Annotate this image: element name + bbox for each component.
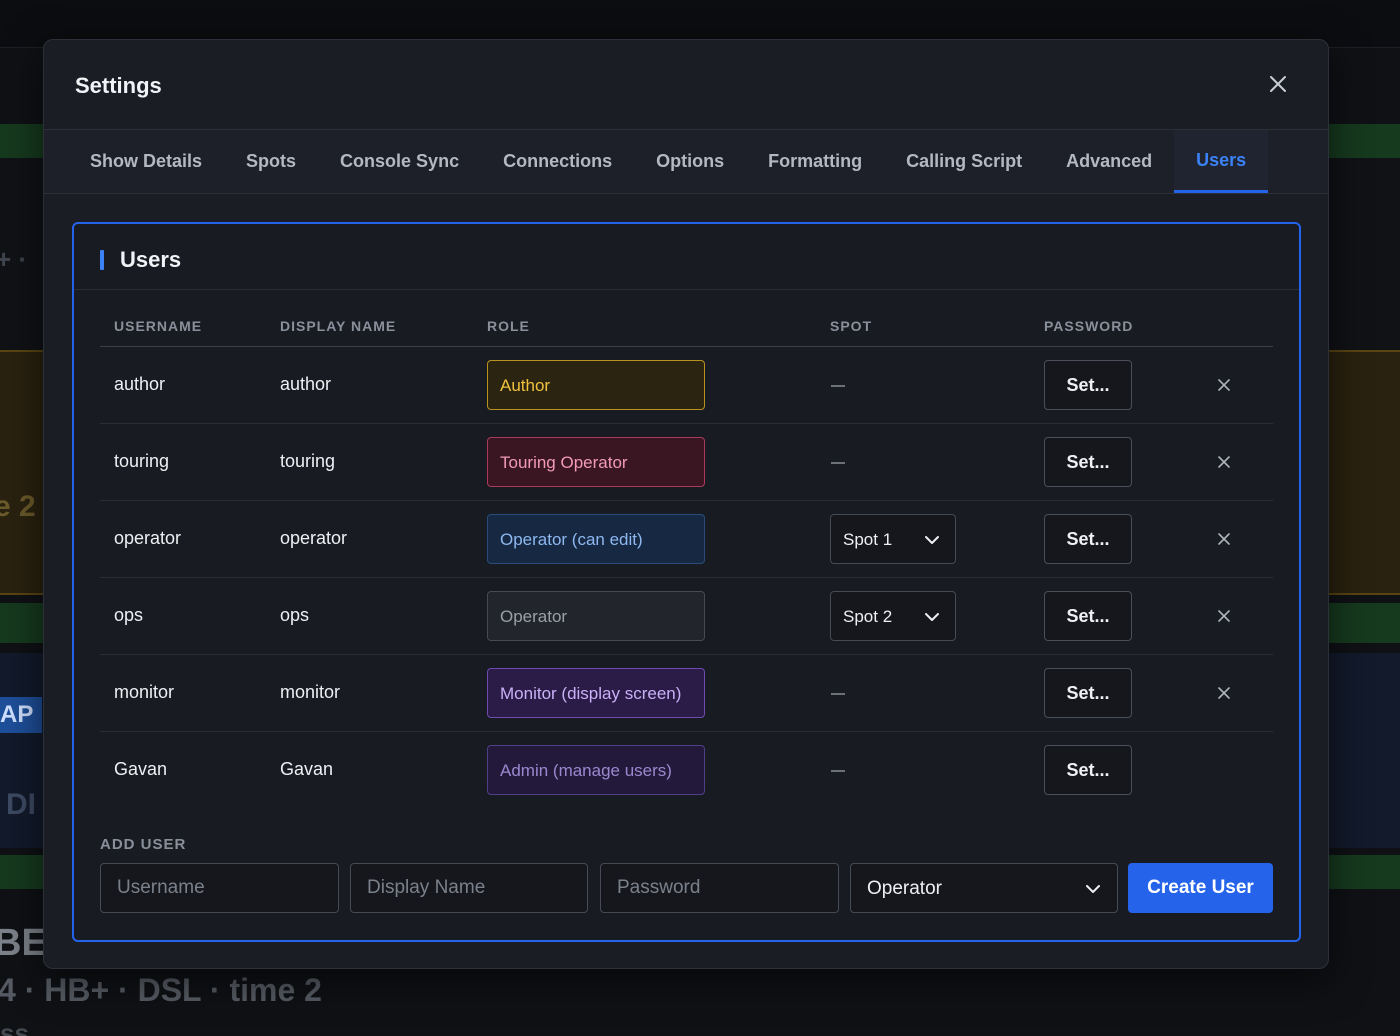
tab-formatting[interactable]: Formatting [746, 130, 884, 193]
background-text: + · [0, 244, 28, 274]
role-select[interactable]: Operator [850, 863, 1118, 913]
panel-header: Users [74, 224, 1299, 290]
table-row: touring touring Touring Operator Set... [100, 424, 1273, 501]
section-accent-bar [100, 250, 104, 270]
spot-select[interactable]: Spot 2 [830, 591, 956, 641]
spot-select-value: Spot 1 [843, 530, 893, 549]
spot-select-value: Spot 2 [843, 607, 893, 626]
add-user-form: Operator Create User [100, 863, 1273, 913]
role-selector[interactable]: Author [487, 360, 705, 410]
column-header-role: ROLE [487, 318, 530, 334]
panel-title: Users [120, 247, 182, 272]
display-name-cell: touring [280, 451, 336, 471]
modal-title: Settings [75, 73, 162, 98]
modal-header: Settings [44, 40, 1328, 130]
tab-console-sync[interactable]: Console Sync [318, 130, 481, 193]
add-user-label: ADD USER [100, 836, 187, 853]
username-cell: Gavan [114, 759, 168, 779]
delete-user-x-icon[interactable] [1217, 686, 1231, 700]
set-password-button[interactable]: Set... [1044, 360, 1132, 410]
background-text: ss [0, 1018, 29, 1036]
tab-show-details[interactable]: Show Details [68, 130, 224, 193]
close-icon [1270, 76, 1286, 92]
chevron-down-icon [925, 613, 939, 621]
set-password-button[interactable]: Set... [1044, 437, 1132, 487]
role-selector[interactable]: Operator (can edit) [487, 514, 705, 564]
set-password-button[interactable]: Set... [1044, 514, 1132, 564]
no-spot-dash [831, 462, 845, 464]
delete-user-x-icon[interactable] [1217, 455, 1231, 469]
table-header: USERNAME DISPLAY NAME ROLE SPOT PASSWORD [100, 312, 1273, 347]
delete-user-x-icon[interactable] [1217, 378, 1231, 392]
no-spot-dash [831, 385, 845, 387]
column-header-username: USERNAME [114, 318, 203, 334]
close-button[interactable] [1266, 72, 1290, 96]
users-table: USERNAME DISPLAY NAME ROLE SPOT PASSWORD… [100, 312, 1273, 809]
delete-user-x-icon[interactable] [1217, 609, 1231, 623]
password-input[interactable] [600, 863, 839, 913]
role-selector[interactable]: Monitor (display screen) [487, 668, 705, 718]
set-password-button[interactable]: Set... [1044, 668, 1132, 718]
tab-users[interactable]: Users [1174, 130, 1269, 193]
table-body: author author Author Set... touring touring To… [100, 347, 1273, 809]
background-text: e 2 [0, 490, 36, 523]
no-spot-dash [831, 693, 845, 695]
table-row: author author Author Set... [100, 347, 1273, 424]
users-panel: Users USERNAME DISPLAY NAME ROLE SPOT PA… [72, 222, 1301, 942]
column-header-display-name: DISPLAY NAME [280, 318, 397, 334]
role-selector[interactable]: Admin (manage users) [487, 745, 705, 795]
column-header-spot: SPOT [830, 318, 873, 334]
display-name-cell: operator [280, 528, 348, 548]
chevron-down-icon [925, 536, 939, 544]
spot-select[interactable]: Spot 1 [830, 514, 956, 564]
username-cell: operator [114, 528, 182, 548]
background-text: 4 · HB+ · DSL · time 2 [0, 972, 322, 1008]
display-name-cell: monitor [280, 682, 341, 702]
table-row: ops ops Operator Spot 2 Set... [100, 578, 1273, 655]
username-cell: monitor [114, 682, 175, 702]
username-cell: touring [114, 451, 170, 471]
display-name-input[interactable] [350, 863, 588, 913]
tab-advanced[interactable]: Advanced [1044, 130, 1174, 193]
table-row: monitor monitor Monitor (display screen) Se… [100, 655, 1273, 732]
background-text: BE [0, 922, 47, 964]
display-name-cell: Gavan [280, 759, 334, 779]
role-selector[interactable]: Operator [487, 591, 705, 641]
tab-calling-script[interactable]: Calling Script [884, 130, 1044, 193]
tab-options[interactable]: Options [634, 130, 746, 193]
display-name-cell: author [280, 374, 332, 394]
background-badge: AP [0, 697, 42, 733]
table-row: operator operator Operator (can edit) Spot … [100, 501, 1273, 578]
background-text: DI [6, 788, 36, 821]
display-name-cell: ops [280, 605, 310, 625]
role-select-value: Operator [867, 878, 942, 899]
role-selector[interactable]: Touring Operator [487, 437, 705, 487]
settings-tabs: Show Details Spots Console Sync Connections… [44, 130, 1328, 194]
username-input[interactable] [100, 863, 339, 913]
column-header-password: PASSWORD [1044, 318, 1134, 334]
settings-modal: Settings Show Details Spots Console Sync Co… [43, 39, 1329, 969]
create-user-button[interactable]: Create User [1128, 863, 1273, 913]
chevron-down-icon [1086, 885, 1100, 893]
username-cell: author [114, 374, 166, 394]
delete-user-x-icon[interactable] [1217, 532, 1231, 546]
tab-spots[interactable]: Spots [224, 130, 318, 193]
table-row: Gavan Gavan Admin (manage users) Set... [100, 732, 1273, 809]
username-cell: ops [114, 605, 144, 625]
tab-connections[interactable]: Connections [481, 130, 634, 193]
set-password-button[interactable]: Set... [1044, 591, 1132, 641]
no-spot-dash [831, 770, 845, 772]
set-password-button[interactable]: Set... [1044, 745, 1132, 795]
